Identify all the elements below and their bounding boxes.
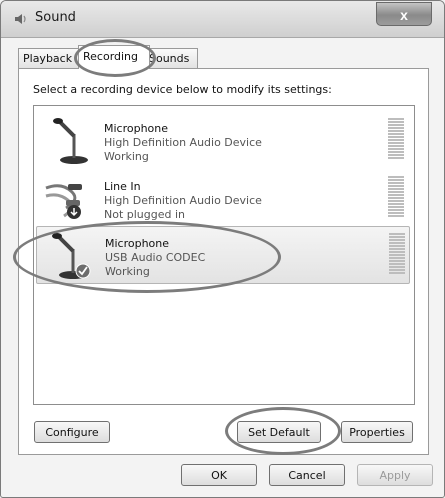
apply-button[interactable]: Apply	[357, 464, 433, 486]
tab-playback[interactable]: Playback	[18, 48, 80, 68]
level-meter	[388, 176, 404, 220]
ok-button[interactable]: OK	[181, 464, 257, 486]
microphone-icon	[43, 231, 99, 281]
level-meter	[388, 118, 404, 162]
device-status: Not plugged in	[104, 208, 186, 221]
device-status: Working	[104, 150, 149, 163]
microphone-icon	[42, 116, 98, 166]
properties-button[interactable]: Properties	[341, 421, 413, 443]
device-name: Microphone	[105, 237, 170, 250]
set-default-button[interactable]: Set Default	[237, 421, 321, 443]
tab-sounds[interactable]: Sounds	[144, 48, 198, 68]
title-bar: Sound x	[1, 1, 444, 38]
device-description: High Definition Audio Device	[104, 136, 262, 149]
instruction-text: Select a recording device below to modif…	[33, 83, 332, 96]
device-name: Microphone	[104, 122, 169, 135]
device-description: High Definition Audio Device	[104, 194, 262, 207]
device-item-microphone-usb[interactable]: Microphone USB Audio CODEC Working	[36, 226, 410, 284]
device-name: Line In	[104, 180, 141, 193]
tab-recording[interactable]: Recording	[78, 45, 150, 69]
recording-panel: Select a recording device below to modif…	[18, 68, 429, 455]
sound-dialog: Sound x Playback Recording Sounds Select…	[0, 0, 445, 498]
device-item-line-in[interactable]: Line In High Definition Audio Device Not…	[36, 170, 410, 226]
configure-button[interactable]: Configure	[34, 421, 110, 443]
device-description: USB Audio CODEC	[105, 251, 206, 264]
level-meter	[389, 233, 405, 277]
line-in-cable-icon	[42, 174, 98, 224]
device-item-microphone-hd[interactable]: Microphone High Definition Audio Device …	[36, 112, 410, 168]
speaker-icon	[13, 11, 29, 27]
device-status: Working	[105, 265, 150, 278]
close-icon: x	[400, 7, 408, 23]
cancel-button[interactable]: Cancel	[269, 464, 345, 486]
close-button[interactable]: x	[376, 2, 432, 26]
window-title: Sound	[35, 10, 76, 25]
device-list[interactable]: Microphone High Definition Audio Device …	[33, 105, 415, 405]
